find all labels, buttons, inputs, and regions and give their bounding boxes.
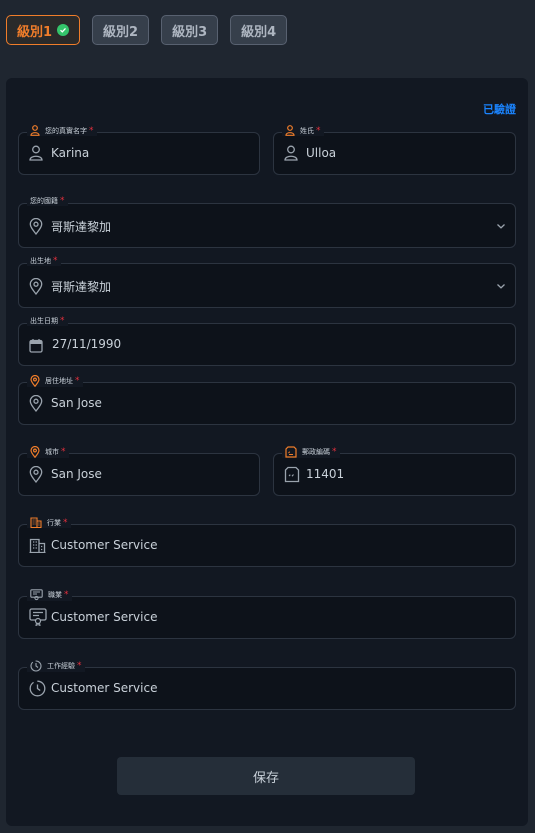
last-name-legend: 姓氏 * <box>282 125 324 136</box>
occupation-label: 職業 <box>48 591 62 599</box>
birth-date-legend: 出生日期 * <box>27 316 68 326</box>
birth-date-label: 出生日期 <box>30 317 58 325</box>
city-field[interactable]: 城市 * San Jose <box>18 446 260 496</box>
birthplace-legend: 出生地 * <box>27 256 61 266</box>
tab-level-3[interactable]: 級別3 <box>161 15 219 45</box>
required-marker: * <box>64 590 69 600</box>
certificate-icon <box>30 589 43 601</box>
work-experience-value: Customer Service <box>51 681 158 695</box>
nationality-label: 您的國籍 <box>30 197 58 205</box>
required-marker: * <box>60 196 65 206</box>
industry-legend: 行業 * <box>27 517 71 528</box>
location-pin-icon <box>29 466 43 483</box>
chevron-down-icon <box>497 283 505 289</box>
required-marker: * <box>53 256 58 266</box>
first-name-label: 您的真實名字 <box>45 126 87 135</box>
user-icon <box>285 125 295 136</box>
tab-level-4[interactable]: 級別4 <box>230 15 288 45</box>
building-icon <box>29 538 46 553</box>
city-legend: 城市 * <box>27 446 69 458</box>
postal-code-legend: 郵政編碼 * <box>282 446 340 458</box>
tab-label: 級別4 <box>241 24 277 40</box>
last-name-value: Ulloa <box>306 146 337 160</box>
user-icon <box>284 145 298 161</box>
birth-date-value: 27/11/1990 <box>52 337 122 351</box>
required-marker: * <box>75 376 80 386</box>
postal-code-value: 11401 <box>306 467 345 481</box>
required-marker: * <box>63 517 68 528</box>
required-marker: * <box>89 125 94 136</box>
user-icon <box>29 145 43 161</box>
tab-level-1[interactable]: 級別1 <box>6 15 81 45</box>
postcode-icon <box>284 466 300 483</box>
first-name-field[interactable]: 您的真實名字 * Karina <box>18 125 260 175</box>
birth-date-field[interactable]: 出生日期 * 27/11/1990 <box>18 316 516 366</box>
work-experience-field[interactable]: 工作經驗 * Customer Service <box>18 660 516 710</box>
save-button[interactable]: 保存 <box>117 757 415 795</box>
first-name-value: Karina <box>51 146 90 160</box>
certificate-icon <box>29 608 47 626</box>
occupation-legend: 職業 * <box>27 589 72 601</box>
address-legend: 居住地址 * <box>27 375 83 387</box>
profile-form-card: 已驗證 您的真實名字 * Karina 姓氏 * Ulloa 您的國籍 * 哥斯達黎加… <box>6 78 528 826</box>
clock-icon <box>29 680 46 697</box>
address-field[interactable]: 居住地址 * San Jose <box>18 375 516 425</box>
user-icon <box>30 125 40 136</box>
birthplace-value: 哥斯達黎加 <box>51 280 112 294</box>
level-tabs: 級別1 級別2 級別3 級別4 <box>6 15 288 45</box>
work-experience-legend: 工作經驗 * <box>27 660 85 672</box>
nationality-value: 哥斯達黎加 <box>51 220 112 234</box>
postal-code-label: 郵政編碼 <box>302 448 330 456</box>
birthplace-select[interactable]: 出生地 * 哥斯達黎加 <box>18 256 516 308</box>
building-icon <box>30 517 42 528</box>
required-marker: * <box>316 125 321 136</box>
birthplace-label: 出生地 <box>30 257 51 265</box>
calendar-icon <box>29 339 43 353</box>
location-pin-icon <box>29 278 43 295</box>
required-marker: * <box>332 447 337 457</box>
occupation-field[interactable]: 職業 * Customer Service <box>18 589 516 639</box>
chevron-down-icon <box>497 223 505 229</box>
industry-field[interactable]: 行業 * Customer Service <box>18 517 516 567</box>
location-pin-icon <box>30 446 40 458</box>
required-marker: * <box>77 661 82 671</box>
postal-code-field[interactable]: 郵政編碼 * 11401 <box>273 446 516 496</box>
address-value: San Jose <box>51 396 102 410</box>
clock-icon <box>30 660 42 672</box>
first-name-legend: 您的真實名字 * <box>27 125 97 136</box>
required-marker: * <box>60 316 65 326</box>
last-name-field[interactable]: 姓氏 * Ulloa <box>273 125 516 175</box>
required-marker: * <box>61 447 66 457</box>
location-pin-icon <box>29 395 43 412</box>
nationality-legend: 您的國籍 * <box>27 196 68 206</box>
tab-label: 級別2 <box>103 24 139 40</box>
postcode-icon <box>285 446 297 458</box>
verified-status: 已驗證 <box>483 103 516 116</box>
tab-level-2[interactable]: 級別2 <box>92 15 150 45</box>
work-experience-label: 工作經驗 <box>47 662 75 670</box>
occupation-value: Customer Service <box>51 610 158 624</box>
check-icon <box>57 24 70 36</box>
address-label: 居住地址 <box>45 377 73 385</box>
location-pin-icon <box>29 218 43 235</box>
city-label: 城市 <box>45 448 59 456</box>
tab-label: 級別1 <box>17 24 53 40</box>
industry-value: Customer Service <box>51 538 158 552</box>
industry-label: 行業 <box>47 518 61 527</box>
city-value: San Jose <box>51 467 102 481</box>
tab-label: 級別3 <box>172 24 208 40</box>
location-pin-icon <box>30 375 40 387</box>
last-name-label: 姓氏 <box>300 126 314 135</box>
nationality-select[interactable]: 您的國籍 * 哥斯達黎加 <box>18 196 516 248</box>
